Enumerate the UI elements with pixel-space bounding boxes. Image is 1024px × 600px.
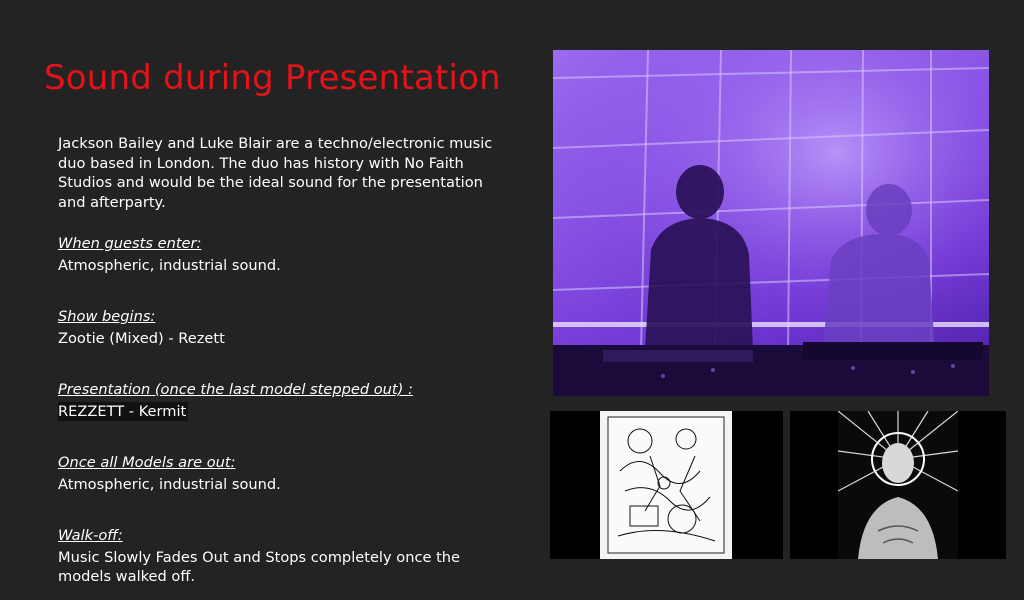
section-when-guests-enter: When guests enter: Atmospheric, industri… <box>58 234 498 275</box>
section-heading: When guests enter: <box>58 235 202 252</box>
section-value: Atmospheric, industrial sound. <box>58 475 281 493</box>
sketch-artwork-art <box>607 416 725 554</box>
section-walk-off: Walk-off: Music Slowly Fades Out and Sto… <box>58 526 498 587</box>
section-once-models-out: Once all Models are out: Atmospheric, in… <box>58 453 498 494</box>
slide-title: Sound during Presentation <box>44 58 501 98</box>
section-value: Zootie (Mixed) - Rezett <box>58 329 225 347</box>
section-presentation: Presentation (once the last model steppe… <box>58 380 498 421</box>
dj-duo-photo-art <box>553 50 989 396</box>
sketch-artwork <box>600 411 732 559</box>
section-heading: Show begins: <box>58 308 156 325</box>
section-value: REZZETT - Kermit <box>58 401 189 421</box>
slide: Sound during Presentation Jackson Bailey… <box>0 0 1024 585</box>
intro-paragraph: Jackson Bailey and Luke Blair are a tech… <box>58 135 493 211</box>
section-heading: Walk-off: <box>58 527 123 544</box>
radiant-figure-artwork <box>837 411 959 559</box>
section-heading: Presentation (once the last model steppe… <box>58 381 413 398</box>
slide-body: Jackson Bailey and Luke Blair are a tech… <box>58 134 498 600</box>
section-value: Music Slowly Fades Out and Stops complet… <box>58 548 461 586</box>
section-value: Atmospheric, industrial sound. <box>58 256 281 274</box>
dj-duo-photo <box>553 50 989 396</box>
section-show-begins: Show begins: Zootie (Mixed) - Rezett <box>58 307 498 348</box>
section-heading: Once all Models are out: <box>58 454 236 471</box>
radiant-figure-art <box>837 411 959 559</box>
sketch-artwork-thumbnail <box>550 411 783 559</box>
radiant-figure-thumbnail <box>790 411 1006 559</box>
